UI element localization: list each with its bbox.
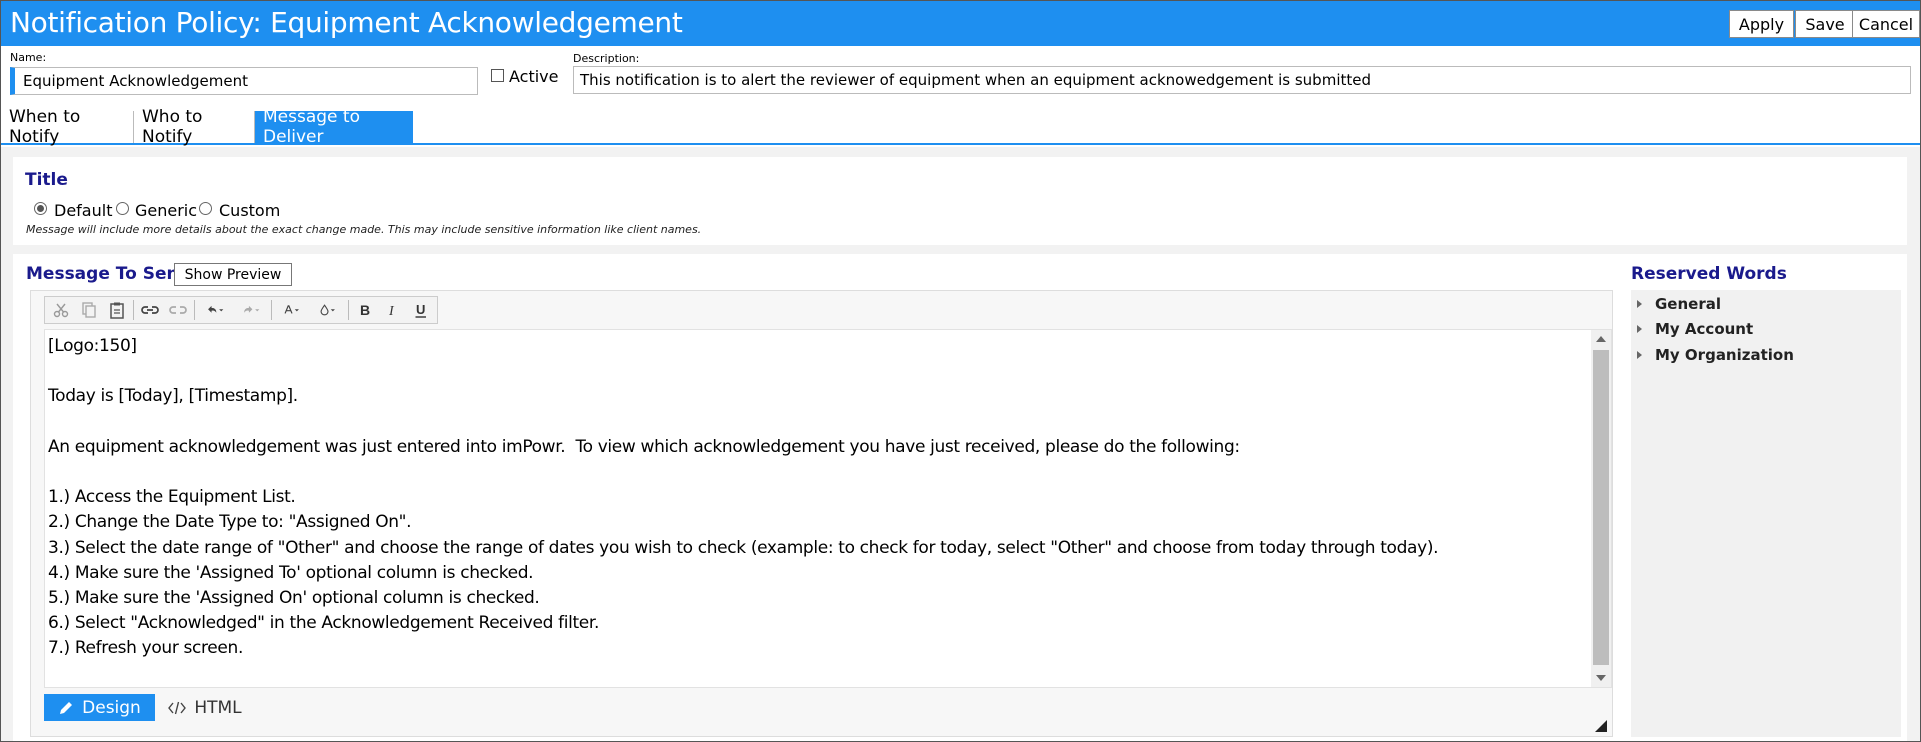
- rich-text-editor: B I U [Logo:150] Today is [Today], [Time…: [30, 290, 1613, 737]
- scroll-thumb[interactable]: [1593, 350, 1609, 665]
- undo-icon[interactable]: [197, 297, 233, 323]
- active-checkbox[interactable]: [491, 69, 504, 82]
- toolbar-separator: [133, 300, 134, 320]
- reserved-words-item-my-organization[interactable]: My Organization: [1637, 344, 1794, 366]
- description-field[interactable]: This notification is to alert the review…: [573, 66, 1911, 94]
- reserved-words-heading: Reserved Words: [1631, 264, 1787, 284]
- message-body-editor[interactable]: [Logo:150] Today is [Today], [Timestamp]…: [44, 329, 1612, 688]
- expand-caret-icon[interactable]: [1637, 300, 1642, 308]
- background-color-icon[interactable]: [310, 297, 346, 323]
- apply-button[interactable]: Apply: [1729, 10, 1794, 38]
- message-heading: Message To Send: [26, 264, 191, 284]
- save-button[interactable]: Save: [1795, 10, 1855, 38]
- svg-text:U: U: [416, 302, 425, 317]
- cancel-button[interactable]: Cancel: [1852, 10, 1920, 38]
- svg-text:B: B: [360, 302, 370, 318]
- editor-toolbar: B I U: [44, 296, 438, 324]
- title-heading: Title: [25, 170, 68, 190]
- generic-radio-label: Generic: [135, 201, 198, 220]
- underline-icon[interactable]: U: [407, 297, 435, 323]
- title-note: Message will include more details about …: [26, 223, 702, 236]
- message-section: Message To Send Show Preview B I U [Logo…: [13, 254, 1907, 741]
- svg-text:I: I: [388, 304, 395, 319]
- paste-icon[interactable]: [103, 297, 131, 323]
- custom-radio-label: Custom: [219, 201, 281, 220]
- reserved-words-item-label: My Account: [1655, 320, 1754, 338]
- show-preview-button[interactable]: Show Preview: [174, 263, 292, 286]
- page-title: Notification Policy: Equipment Acknowled…: [10, 6, 683, 39]
- toolbar-separator: [271, 300, 272, 320]
- bold-icon[interactable]: B: [351, 297, 379, 323]
- generic-radio[interactable]: [116, 202, 129, 215]
- default-radio[interactable]: [34, 202, 47, 215]
- name-field[interactable]: Equipment Acknowledgement: [10, 67, 478, 95]
- toolbar-separator: [348, 300, 349, 320]
- link-icon[interactable]: [136, 297, 164, 323]
- title-section: Title Default Generic Custom Message wil…: [13, 157, 1907, 245]
- reserved-words-item-my-account[interactable]: My Account: [1637, 318, 1753, 340]
- message-body-text[interactable]: [Logo:150] Today is [Today], [Timestamp]…: [48, 334, 1576, 662]
- notification-policy-window: Notification Policy: Equipment Acknowled…: [0, 0, 1921, 742]
- toolbar-separator: [194, 300, 195, 320]
- default-radio-label: Default: [54, 201, 113, 220]
- resize-handle-icon[interactable]: [1595, 720, 1607, 732]
- editor-mode-bar: Design HTML: [44, 694, 255, 722]
- description-label: Description:: [573, 52, 640, 65]
- reserved-words-item-label: My Organization: [1655, 346, 1794, 364]
- redo-icon[interactable]: [233, 297, 269, 323]
- expand-caret-icon[interactable]: [1637, 325, 1642, 333]
- italic-icon[interactable]: I: [379, 297, 407, 323]
- html-mode-tab[interactable]: HTML: [155, 694, 255, 721]
- expand-caret-icon[interactable]: [1637, 351, 1642, 359]
- custom-radio[interactable]: [199, 202, 212, 215]
- scroll-down-arrow-icon[interactable]: [1596, 675, 1606, 681]
- tab-message-to-deliver[interactable]: Message to Deliver: [255, 107, 413, 147]
- name-label: Name:: [10, 51, 47, 64]
- reserved-words-item-general[interactable]: General: [1637, 293, 1721, 315]
- font-color-icon[interactable]: [274, 297, 310, 323]
- header-bar: Notification Policy: Equipment Acknowled…: [1, 1, 1920, 46]
- tab-who-to-notify[interactable]: Who to Notify: [134, 107, 255, 147]
- code-icon: [168, 701, 187, 714]
- design-mode-label: Design: [82, 697, 141, 718]
- reserved-words-panel: General My Account My Organization: [1631, 290, 1901, 737]
- html-mode-label: HTML: [194, 697, 242, 718]
- tab-bar: When to Notify Who to Notify Message to …: [1, 107, 1920, 147]
- active-label: Active: [509, 67, 559, 86]
- reserved-words-item-label: General: [1655, 295, 1721, 313]
- tab-when-to-notify[interactable]: When to Notify: [1, 107, 134, 147]
- scroll-up-arrow-icon[interactable]: [1596, 336, 1606, 342]
- design-mode-tab[interactable]: Design: [44, 694, 155, 721]
- cut-icon[interactable]: [47, 297, 75, 323]
- unlink-icon[interactable]: [164, 297, 192, 323]
- editor-scrollbar[interactable]: [1591, 330, 1611, 687]
- copy-icon[interactable]: [75, 297, 103, 323]
- pencil-icon: [60, 701, 73, 714]
